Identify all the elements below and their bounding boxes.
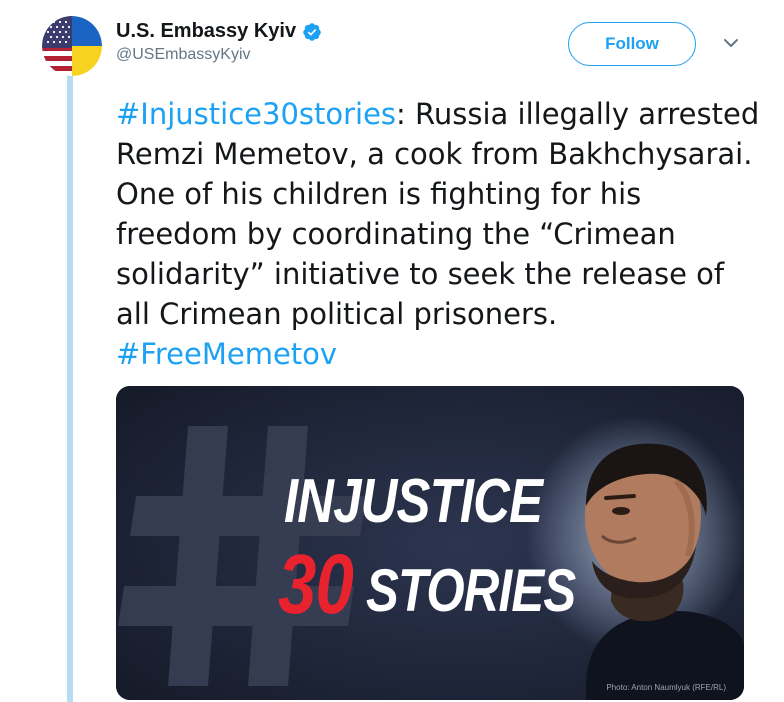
media-title-injustice: INJUSTICE xyxy=(284,467,543,536)
tweet-text: #Injustice30stories: Russia illegally ar… xyxy=(116,94,766,374)
media-artwork xyxy=(116,386,744,700)
tweet-body: : Russia illegally arrested Remzi Memeto… xyxy=(116,97,760,331)
hashtag-link-freememetov[interactable]: #FreeMemetov xyxy=(116,337,337,371)
name-row: U.S. Embassy Kyiv xyxy=(116,20,322,43)
thread-line xyxy=(67,72,73,702)
tweet-media-image[interactable]: INJUSTICE 30 STORIES Photo: Anton Naumly… xyxy=(116,386,744,700)
media-title-number: 30 xyxy=(278,537,354,631)
media-title-stories: STORIES xyxy=(366,557,576,624)
display-name[interactable]: U.S. Embassy Kyiv xyxy=(116,20,296,43)
account-handle[interactable]: @USEmbassyKyiv xyxy=(116,46,322,64)
follow-button[interactable]: Follow xyxy=(568,22,696,66)
avatar[interactable] xyxy=(42,16,102,76)
photo-credit: Photo: Anton Naumlyuk (RFE/RL) xyxy=(606,683,726,692)
chevron-down-icon[interactable] xyxy=(722,36,740,50)
tweet-header: U.S. Embassy Kyiv @USEmbassyKyiv xyxy=(116,20,322,64)
verified-badge-icon xyxy=(303,22,321,41)
hashtag-link-injustice30stories[interactable]: #Injustice30stories xyxy=(116,97,396,131)
